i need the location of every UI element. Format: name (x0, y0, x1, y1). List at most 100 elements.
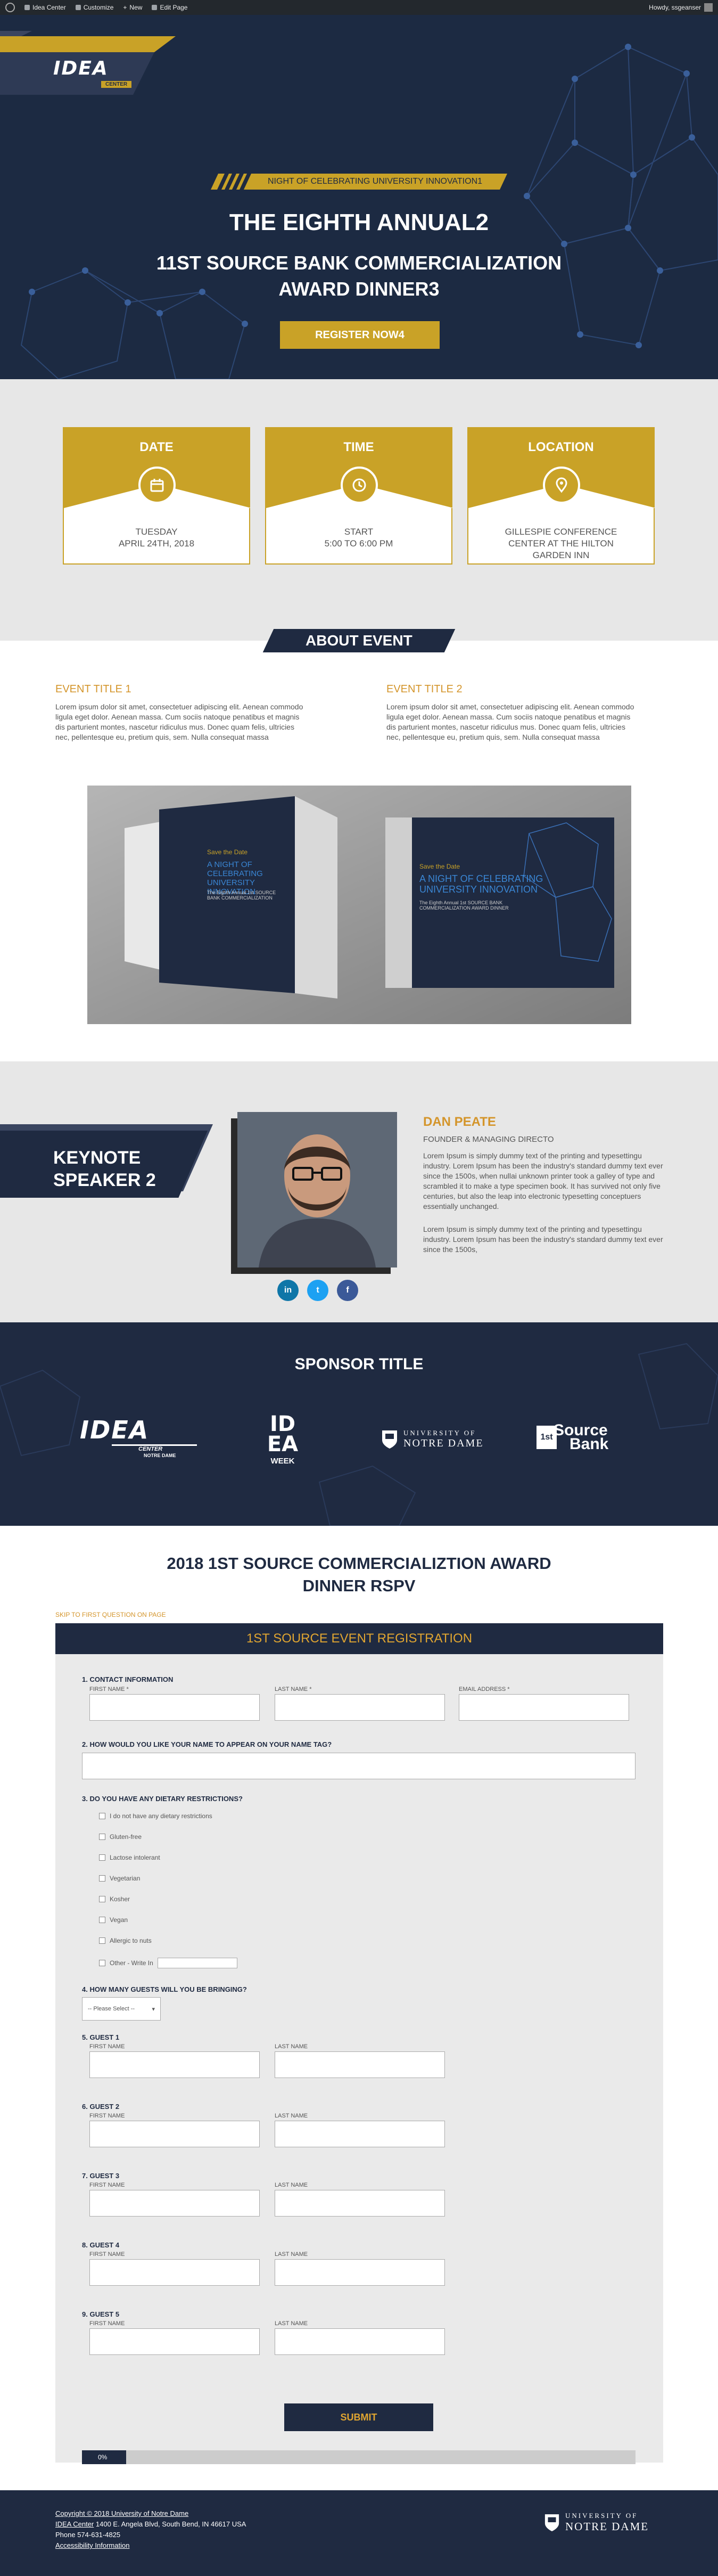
sponsor-idea-center-logo[interactable]: IDEA CENTER NOTRE DAME (80, 1416, 197, 1458)
skip-to-question-link[interactable]: SKIP TO FIRST QUESTION ON PAGE (55, 1611, 166, 1618)
admin-customize-link[interactable]: Customize (75, 4, 113, 11)
admin-edit-page-link[interactable]: Edit Page (152, 4, 187, 11)
form-title: 1ST SOURCE EVENT REGISTRATION (55, 1623, 663, 1654)
checkbox[interactable] (99, 1917, 105, 1923)
rsvp-section: 2018 1ST SOURCE COMMERCIALIZTION AWARD D… (0, 1526, 718, 2490)
dietary-option[interactable]: Vegan (99, 1916, 128, 1924)
guest-5-first-name-input[interactable] (89, 2328, 260, 2355)
question-guest-2: 6. GUEST 2 (82, 2103, 120, 2111)
pencil-icon (152, 5, 158, 10)
date-card: DATE TUESDAY APRIL 24TH, 2018 (63, 427, 251, 565)
notre-dame-shield-icon (382, 1430, 397, 1449)
submit-button[interactable]: SUBMIT (284, 2403, 433, 2431)
calendar-icon (138, 467, 176, 504)
speaker-role: FOUNDER & MANAGING DIRECTO (423, 1135, 554, 1144)
footer-notre-dame-logo[interactable]: UNIVERSITY OF NOTRE DAME (544, 2512, 649, 2533)
registration-form: 1ST SOURCE EVENT REGISTRATION 1. CONTACT… (55, 1623, 663, 2464)
guest-4-last-name-input[interactable] (275, 2259, 445, 2286)
about-banner: ABOUT EVENT (262, 629, 456, 652)
guest-1-first-name-input[interactable] (89, 2051, 260, 2078)
facebook-icon[interactable]: f (337, 1280, 358, 1301)
guest-3-last-name-input[interactable] (275, 2190, 445, 2217)
question-name-tag: 2. HOW WOULD YOU LIKE YOUR NAME TO APPEA… (82, 1740, 332, 1748)
hero-title: THE EIGHTH ANNUAL2 (229, 209, 489, 235)
checkbox[interactable] (99, 1813, 105, 1819)
speaker-name: DAN PEATE (423, 1115, 496, 1129)
checkbox[interactable] (99, 1854, 105, 1861)
hero-tagline: NIGHT OF CELEBRATING UNIVERSITY INNOVATI… (210, 174, 508, 190)
hero-subtitle: 11ST SOURCE BANK COMMERCIALIZATION (156, 252, 562, 274)
guest-3-first-name-input[interactable] (89, 2190, 260, 2217)
notre-dame-shield-icon (544, 2514, 559, 2531)
chevron-down-icon: ▾ (152, 2006, 155, 2013)
twitter-icon[interactable]: t (307, 1280, 328, 1301)
progress-fill: 0% (82, 2450, 127, 2464)
event-info-section: DATE TUESDAY APRIL 24TH, 2018 TIME START… (0, 379, 718, 641)
accessibility-link[interactable]: Accessibility Information (55, 2541, 129, 2549)
dietary-option[interactable]: Allergic to nuts (99, 1937, 152, 1944)
dietary-option-other[interactable]: Other - Write In (99, 1958, 237, 1968)
guest-1-last-name-input[interactable] (275, 2051, 445, 2078)
idea-center-logo[interactable]: IDEA CENTER (0, 31, 176, 95)
question-dietary: 3. DO YOU HAVE ANY DIETARY RESTRICTIONS? (82, 1795, 243, 1803)
checkbox[interactable] (99, 1896, 105, 1902)
event-column-2: EVENT TITLE 2 Lorem ipsum dolor sit amet… (386, 683, 637, 742)
copyright-link[interactable]: Copyright © 2018 University of Notre Dam… (55, 2509, 188, 2517)
last-name-input[interactable] (275, 1694, 445, 1721)
guest-2-first-name-input[interactable] (89, 2121, 260, 2147)
map-pin-icon (543, 467, 580, 504)
footer-address: IDEA Center 1400 E. Angela Blvd, South B… (55, 2520, 246, 2528)
about-section: ABOUT EVENT EVENT TITLE 1 Lorem ipsum do… (0, 629, 718, 1061)
time-card: TIME START 5:00 TO 6:00 PM (265, 427, 453, 565)
linkedin-icon[interactable]: in (277, 1280, 299, 1301)
checkbox[interactable] (99, 1960, 105, 1966)
dietary-option[interactable]: Lactose intolerant (99, 1854, 160, 1861)
register-now-button[interactable]: REGISTER NOW4 (280, 321, 440, 349)
footer: Copyright © 2018 University of Notre Dam… (0, 2490, 718, 2576)
dietary-option[interactable]: Vegetarian (99, 1875, 140, 1882)
dietary-option[interactable]: Gluten-free (99, 1833, 142, 1841)
wordpress-logo-icon[interactable] (5, 3, 15, 12)
checkbox[interactable] (99, 1875, 105, 1882)
keynote-section: KEYNOTE SPEAKER 2 in t f DAN PEATE FOUND… (0, 1061, 718, 1322)
footer-phone: Phone 574-631-4825 (55, 2531, 121, 2539)
sponsor-title: SPONSOR TITLE (294, 1355, 424, 1373)
question-guest-5: 9. GUEST 5 (82, 2310, 120, 2318)
clock-icon (341, 467, 378, 504)
keynote-title: KEYNOTE SPEAKER 2 (53, 1148, 156, 1190)
admin-new-link[interactable]: + New (123, 4, 142, 11)
speaker-photo (237, 1112, 397, 1267)
event-text-1: Lorem ipsum dolor sit amet, consectetuer… (55, 702, 303, 741)
sponsor-idea-week-logo[interactable]: IDEA WEEK (263, 1413, 302, 1466)
question-contact: 1. CONTACT INFORMATION (82, 1675, 174, 1683)
email-input[interactable] (459, 1694, 629, 1721)
question-guest-4: 8. GUEST 4 (82, 2241, 120, 2249)
progress-bar: 0% (82, 2450, 636, 2464)
checkbox[interactable] (99, 1834, 105, 1840)
sponsor-notre-dame-logo[interactable]: UNIVERSITY OF NOTRE DAME (381, 1429, 484, 1450)
hero-section: IDEA CENTER NIGHT OF CELEBRATING UNIVERS… (0, 15, 718, 379)
dietary-option[interactable]: Kosher (99, 1895, 130, 1903)
event-column-1: EVENT TITLE 1 Lorem ipsum dolor sit amet… (55, 683, 306, 742)
first-name-input[interactable] (89, 1694, 260, 1721)
idea-center-link[interactable]: IDEA Center (55, 2520, 94, 2528)
event-title-1: EVENT TITLE 1 (55, 683, 131, 695)
save-the-date-photo: Save the Date A NIGHT OF CELEBRATING UNI… (87, 786, 631, 1024)
dietary-option[interactable]: I do not have any dietary restrictions (99, 1812, 212, 1820)
admin-site-link[interactable]: Idea Center (24, 4, 66, 11)
question-guest-3: 7. GUEST 3 (82, 2172, 120, 2180)
home-icon (24, 5, 30, 10)
sponsor-section: SPONSOR TITLE IDEA CENTER NOTRE DAME IDE… (0, 1322, 718, 1526)
other-write-in-input[interactable] (157, 1958, 237, 1968)
name-tag-input[interactable] (82, 1753, 636, 1779)
sponsor-1st-source-bank-logo[interactable]: 1st Source Bank (537, 1422, 608, 1452)
admin-account-menu[interactable]: Howdy, ssgeanser (649, 3, 713, 12)
guest-2-last-name-input[interactable] (275, 2121, 445, 2147)
guest-4-first-name-input[interactable] (89, 2259, 260, 2286)
event-title-2: EVENT TITLE 2 (386, 683, 463, 695)
guest-5-last-name-input[interactable] (275, 2328, 445, 2355)
question-guest-1: 5. GUEST 1 (82, 2033, 120, 2041)
guest-count-select[interactable]: -- Please Select -- ▾ (82, 1997, 161, 2021)
event-text-2: Lorem ipsum dolor sit amet, consectetuer… (386, 702, 634, 741)
checkbox[interactable] (99, 1937, 105, 1944)
